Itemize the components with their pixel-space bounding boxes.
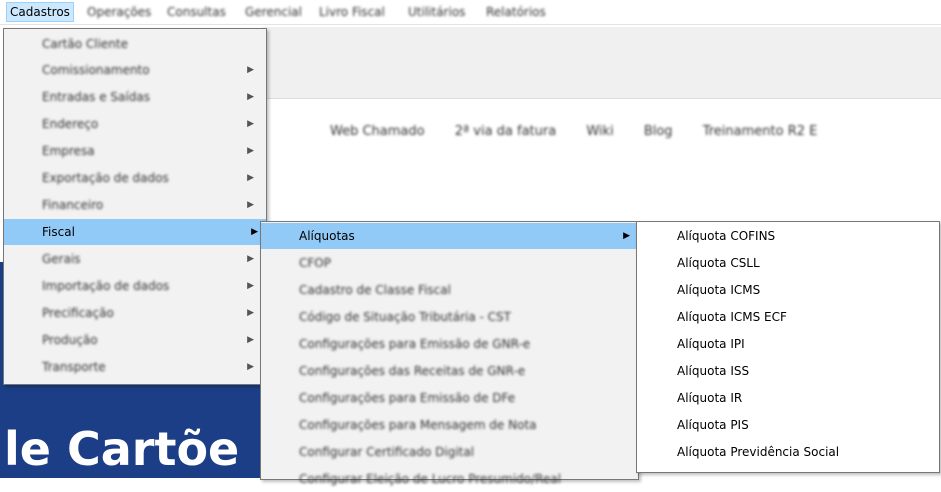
menu-cadastros[interactable]: Cadastros	[6, 2, 74, 22]
menu-item-aliquota-pis[interactable]: Alíquota PIS	[637, 412, 939, 439]
menu-item-certificado[interactable]: Configurar Certificado Digital	[261, 439, 638, 465]
menubar: Cadastros Operações Consultas Gerencial …	[0, 0, 941, 25]
menu-item-aliquota-icms[interactable]: Alíquota ICMS	[637, 277, 939, 304]
menu-item-exportacao[interactable]: Exportação de dados ▶	[4, 165, 266, 191]
menu-item-cst[interactable]: Código de Situação Tributária - CST	[261, 304, 638, 330]
menu-item-gerais[interactable]: Gerais ▶	[4, 246, 266, 272]
menu-item-aliquota-ipi[interactable]: Alíquota IPI	[637, 331, 939, 358]
menu-item-importacao[interactable]: Importação de dados ▶	[4, 273, 266, 299]
chevron-right-icon: ▶	[247, 65, 254, 75]
menu-item-cfop[interactable]: CFOP	[261, 250, 638, 276]
chevron-right-icon: ▶	[623, 231, 630, 241]
menu-item-mensagem-nota[interactable]: Configurações para Mensagem de Nota	[261, 412, 638, 438]
fiscal-submenu: Alíquotas ▶ CFOP Cadastro de Classe Fisca…	[260, 221, 639, 486]
menu-item-aliquota-icms-ecf[interactable]: Alíquota ICMS ECF	[637, 304, 939, 331]
menu-relatorios[interactable]: Relatórios	[483, 3, 549, 21]
menu-item-lucro[interactable]: Configurar Eleição de Lucro Presumido/Re…	[261, 466, 638, 492]
menu-item-producao[interactable]: Produção ▶	[4, 327, 266, 353]
menu-item-transporte[interactable]: Transporte ▶	[4, 354, 266, 380]
menu-item-cartao-cliente[interactable]: Cartão Cliente	[4, 31, 266, 57]
link-segunda-via[interactable]: 2ª via da fatura	[455, 124, 556, 139]
menu-item-aliquota-iss[interactable]: Alíquota ISS	[637, 358, 939, 385]
menu-item-aliquota-previdencia[interactable]: Alíquota Previdência Social	[637, 439, 939, 466]
menu-item-config-gnre[interactable]: Configurações para Emissão de GNR-e	[261, 331, 638, 357]
menu-item-entradas-saidas[interactable]: Entradas e Saídas ▶	[4, 84, 266, 110]
chevron-right-icon: ▶	[247, 146, 254, 156]
aliquotas-submenu: Alíquota COFINS Alíquota CSLL Alíquota I…	[636, 221, 940, 473]
menu-consultas[interactable]: Consultas	[164, 3, 229, 21]
chevron-right-icon: ▶	[247, 173, 254, 183]
chevron-right-icon: ▶	[247, 92, 254, 102]
menu-item-endereco[interactable]: Endereço ▶	[4, 111, 266, 137]
link-blog[interactable]: Blog	[644, 124, 673, 139]
link-treinamento[interactable]: Treinamento R2 E	[703, 124, 818, 139]
chevron-right-icon: ▶	[247, 281, 254, 291]
cadastros-menu: Cartão Cliente Comissionamento ▶ Entradas…	[3, 28, 267, 385]
chevron-right-icon: ▶	[247, 119, 254, 129]
menu-item-comissionamento[interactable]: Comissionamento ▶	[4, 57, 266, 83]
chevron-right-icon: ▶	[247, 254, 254, 264]
menu-gerencial[interactable]: Gerencial	[242, 3, 305, 21]
menu-item-precificacao[interactable]: Precificação ▶	[4, 300, 266, 326]
menu-item-financeiro[interactable]: Financeiro ▶	[4, 192, 266, 218]
menu-item-config-dfe[interactable]: Configurações para Emissão de DFe	[261, 385, 638, 411]
toolbar-area	[262, 27, 941, 99]
chevron-right-icon: ▶	[247, 200, 254, 210]
chevron-right-icon: ▶	[247, 362, 254, 372]
chevron-right-icon: ▶	[247, 335, 254, 345]
menu-item-fiscal[interactable]: Fiscal ▶	[4, 219, 266, 245]
link-wiki[interactable]: Wiki	[586, 124, 613, 139]
menu-item-receitas-gnre[interactable]: Configurações das Receitas de GNR-e	[261, 358, 638, 384]
menu-item-aliquota-ir[interactable]: Alíquota IR	[637, 385, 939, 412]
menu-item-aliquota-cofins[interactable]: Alíquota COFINS	[637, 223, 939, 250]
link-web-chamado[interactable]: Web Chamado	[330, 124, 425, 139]
menu-utilitarios[interactable]: Utilitários	[405, 3, 468, 21]
menu-operacoes[interactable]: Operações	[84, 3, 154, 21]
chevron-right-icon: ▶	[251, 227, 258, 237]
menu-item-aliquota-csll[interactable]: Alíquota CSLL	[637, 250, 939, 277]
menu-livro-fiscal[interactable]: Livro Fiscal	[316, 3, 388, 21]
menu-item-empresa[interactable]: Empresa ▶	[4, 138, 266, 164]
menu-item-classe-fiscal[interactable]: Cadastro de Classe Fiscal	[261, 277, 638, 303]
menu-item-aliquotas[interactable]: Alíquotas ▶	[261, 223, 638, 249]
banner-line-2: le Cartõe	[4, 422, 240, 476]
web-links-bar: Web Chamado 2ª via da fatura Wiki Blog T…	[330, 124, 941, 146]
chevron-right-icon: ▶	[247, 308, 254, 318]
